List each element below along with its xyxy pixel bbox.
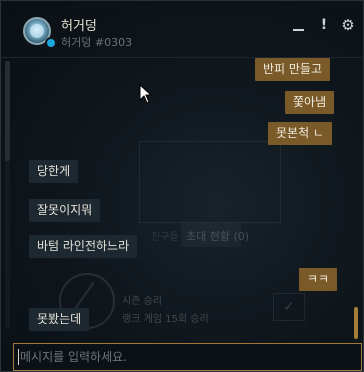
background-season-wins: 시즌 승리 <box>122 296 162 307</box>
message-incoming: 당한게 <box>29 160 79 183</box>
background-tab-hint: 친구들 <box>151 232 179 243</box>
background-check-icon: ✓ <box>273 293 305 321</box>
chat-scroll-thumb[interactable] <box>354 307 358 339</box>
message-input[interactable] <box>20 344 350 370</box>
background-frame <box>139 141 281 223</box>
left-scroll-thumb[interactable] <box>5 61 10 161</box>
mouse-pointer-icon <box>139 84 153 104</box>
message-outgoing: 못본척 ㄴ <box>268 122 332 145</box>
background-ranked-games: 랭크 게임 15회 승리 <box>122 314 209 325</box>
background-tab-invite: 초대 현황 (0) <box>186 230 250 243</box>
friend-name: 허거덩 <box>61 19 97 34</box>
message-outgoing: ㅋㅋ <box>299 268 338 291</box>
chat-window: 친구들 초대 현황 (0) 시즌 승리 랭크 게임 15회 승리 ✓ 허거덩 허… <box>0 0 364 372</box>
text-caret <box>18 349 19 365</box>
message-input-box[interactable] <box>13 343 362 371</box>
friend-tag: 허거덩 #0303 <box>61 36 133 49</box>
avatar-icon <box>30 24 44 38</box>
minimize-button[interactable] <box>291 15 307 35</box>
chat-header: 허거덩 허거덩 #0303 ! ⚙ <box>1 1 363 58</box>
message-incoming: 잘못이지뭐 <box>29 199 101 222</box>
message-outgoing: 반피 만들고 <box>255 58 331 81</box>
message-incoming: 못봤는데 <box>29 308 90 331</box>
background-tab <box>181 223 241 247</box>
report-button[interactable]: ! <box>319 15 329 35</box>
left-scroll-rail <box>5 61 10 329</box>
message-outgoing: 쫓아냄 <box>285 91 335 114</box>
message-incoming: 바텀 라인전하느라 <box>29 235 138 258</box>
settings-gear-icon[interactable]: ⚙ <box>339 15 357 35</box>
online-status-icon <box>45 37 57 49</box>
